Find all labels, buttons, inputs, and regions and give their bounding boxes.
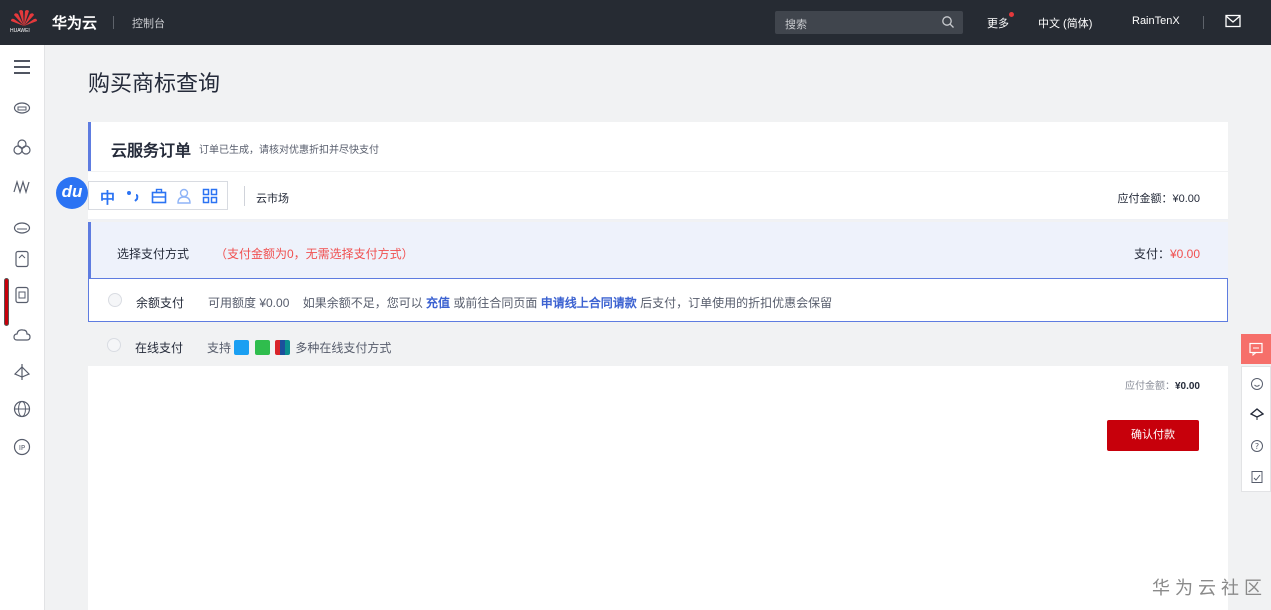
contract-payment-link[interactable]: 申请线上合同请款 (541, 296, 637, 310)
logo-text: HUAWEI (10, 28, 30, 34)
smile-icon[interactable] (1250, 377, 1264, 391)
notification-dot (1009, 12, 1014, 17)
summary-panel (88, 366, 1228, 610)
sidebar-scroll-indicator[interactable] (4, 278, 9, 326)
more-menu[interactable]: 更多 (987, 12, 1014, 31)
user-icon[interactable] (176, 188, 192, 204)
payment-total-value: ¥0.00 (1169, 247, 1200, 261)
chat-button[interactable] (1241, 334, 1271, 364)
huawei-logo[interactable]: HUAWEI (10, 8, 38, 38)
brand-name[interactable]: 华为云 (52, 12, 97, 33)
confirm-payment-button[interactable]: 确认付款 (1107, 420, 1199, 451)
amount-due: 应付金额：¥0.00 (1125, 377, 1200, 392)
online-desc-part: 支持 (207, 341, 235, 355)
payment-total: 支付：¥0.00 (1134, 245, 1200, 262)
storage-icon[interactable] (13, 250, 31, 268)
recharge-link[interactable]: 充值 (426, 296, 450, 310)
more-label: 更多 (987, 18, 1009, 30)
punctuation-icon[interactable] (125, 188, 141, 204)
order-subtitle: 订单已生成，请核对优惠折扣并尽快支付 (199, 145, 379, 156)
help-icon[interactable]: ? (1250, 439, 1264, 453)
cloud-server-icon[interactable] (13, 98, 31, 116)
online-payment-option[interactable]: 在线支付 支持 多种在线支付方式 (88, 324, 1228, 368)
market-name: 云市场 (256, 193, 289, 205)
market-amount: 应付金额：¥0.00 (1117, 193, 1200, 205)
feedback-icon[interactable] (1250, 470, 1264, 484)
payment-method-header: 选择支付方式 （支付金额为0，无需选择支付方式） 支付：¥0.00 (88, 222, 1228, 278)
search-icon[interactable] (941, 15, 955, 29)
order-card-header: 云服务订单 订单已生成，请核对优惠折扣并尽快支付 (88, 122, 1228, 171)
payment-total-label: 支付： (1133, 247, 1170, 261)
left-sidebar: IP (0, 45, 45, 610)
hamburger-menu-icon[interactable] (13, 58, 31, 76)
top-bar: HUAWEI 华为云 控制台 搜索 更多 中文 (简体) RainTenX (0, 0, 1271, 45)
online-payment-description: 支持 多种在线支付方式 (207, 339, 391, 356)
du-input-badge[interactable]: du (56, 177, 88, 209)
wechat-pay-icon (254, 340, 270, 355)
divider (1203, 16, 1204, 29)
balance-payment-radio[interactable] (108, 293, 122, 307)
divider (244, 186, 245, 206)
mail-icon[interactable] (1225, 14, 1241, 28)
balance-desc-part: 后支付，订单使用的折扣优惠会保留 (636, 296, 833, 310)
user-menu[interactable]: RainTenX (1132, 15, 1180, 27)
grid-icon[interactable] (202, 188, 218, 204)
balance-desc-part: 可用额度 ¥0.00 如果余额不足，您可以 (208, 296, 427, 310)
cluster-icon[interactable] (13, 138, 31, 156)
globe-icon[interactable] (13, 400, 31, 418)
service-icon[interactable] (1250, 407, 1264, 421)
svg-text:?: ? (1255, 442, 1259, 451)
ip-icon[interactable]: IP (13, 438, 31, 456)
right-float-panel: ? (1241, 366, 1271, 492)
network-icon[interactable] (13, 363, 31, 381)
cloud-icon[interactable] (13, 326, 31, 344)
unionpay-icon (275, 340, 291, 355)
amount-due-label: 应付金额： (1124, 381, 1175, 392)
chat-icon (1249, 342, 1263, 356)
online-desc-part: 多种在线支付方式 (292, 341, 392, 355)
toolbox-icon[interactable] (151, 188, 167, 204)
document-icon[interactable] (13, 286, 31, 304)
balance-desc-part: 或前往合同页面 (450, 296, 541, 310)
online-payment-label: 在线支付 (135, 341, 184, 355)
balance-payment-option[interactable]: 余额支付 可用额度 ¥0.00 如果余额不足，您可以 充值 或前往合同页面 申请… (88, 278, 1228, 322)
order-title: 云服务订单 (111, 143, 192, 160)
search-box[interactable]: 搜索 (775, 11, 963, 34)
online-payment-radio[interactable] (107, 338, 121, 352)
watermark: 华为云社区 (1152, 578, 1267, 598)
console-link[interactable]: 控制台 (132, 15, 165, 31)
svg-text:IP: IP (19, 444, 25, 452)
divider (113, 16, 114, 29)
monitor-icon[interactable] (13, 178, 31, 196)
alipay-icon (234, 340, 250, 355)
search-placeholder: 搜索 (785, 19, 807, 31)
payment-method-title: 选择支付方式 (117, 247, 190, 261)
order-row-market: 云市场 应付金额：¥0.00 (88, 172, 1228, 220)
page-title: 购买商标查询 (88, 71, 221, 96)
payment-notice: （支付金额为0，无需选择支付方式） (215, 247, 414, 261)
balance-payment-description: 可用额度 ¥0.00 如果余额不足，您可以 充值 或前往合同页面 申请线上合同请… (208, 294, 832, 311)
language-switch[interactable]: 中文 (简体) (1038, 15, 1092, 31)
du-input-toolbar: 中 (88, 181, 228, 210)
cloud-disk-icon[interactable] (13, 218, 31, 236)
amount-due-value: ¥0.00 (1174, 381, 1200, 392)
chinese-mode-toggle[interactable]: 中 (100, 187, 115, 208)
balance-payment-label: 余额支付 (136, 296, 185, 310)
